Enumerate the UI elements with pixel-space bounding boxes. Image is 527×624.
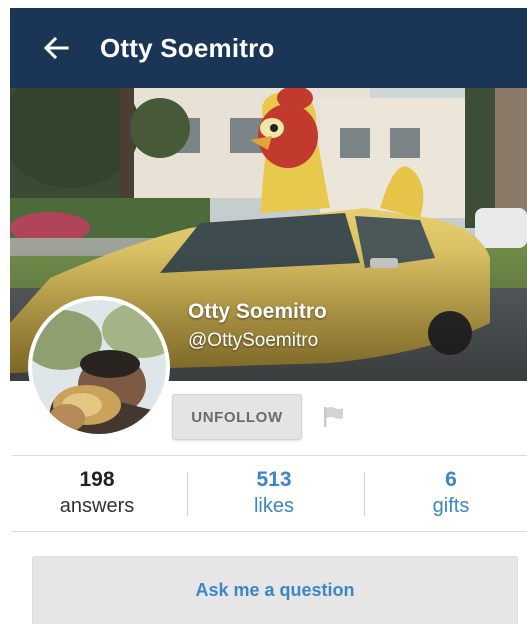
- divider: [12, 455, 527, 456]
- answers-label: answers: [59, 495, 135, 517]
- stat-separator: [364, 472, 365, 516]
- avatar-image: [32, 300, 166, 434]
- profile-name: Otty Soemitro: [188, 300, 327, 323]
- back-button[interactable]: [34, 26, 78, 70]
- answers-count: 198: [79, 468, 115, 491]
- stat-gifts[interactable]: 6 gifts: [376, 468, 526, 518]
- page-title: Otty Soemitro: [100, 32, 275, 63]
- stat-likes[interactable]: 513 likes: [199, 468, 349, 518]
- likes-count: 513: [256, 468, 292, 491]
- app-bar: Otty Soemitro: [10, 8, 527, 88]
- stat-answers[interactable]: 198 answers: [22, 468, 172, 518]
- profile-screen: Otty Soemitro Otty Soemitro @OttySoemitr…: [0, 0, 527, 624]
- divider: [12, 531, 527, 532]
- report-button[interactable]: [318, 402, 348, 432]
- avatar[interactable]: [28, 296, 170, 438]
- arrow-left-icon: [43, 36, 69, 60]
- stat-separator: [187, 472, 188, 516]
- unfollow-button[interactable]: UNFOLLOW: [172, 394, 302, 440]
- gifts-label: gifts: [432, 495, 470, 517]
- gifts-count: 6: [445, 468, 457, 491]
- profile-handle: @OttySoemitro: [188, 330, 319, 351]
- ask-question-button[interactable]: Ask me a question: [32, 556, 518, 624]
- flag-icon: [324, 407, 343, 427]
- likes-label: likes: [253, 495, 294, 517]
